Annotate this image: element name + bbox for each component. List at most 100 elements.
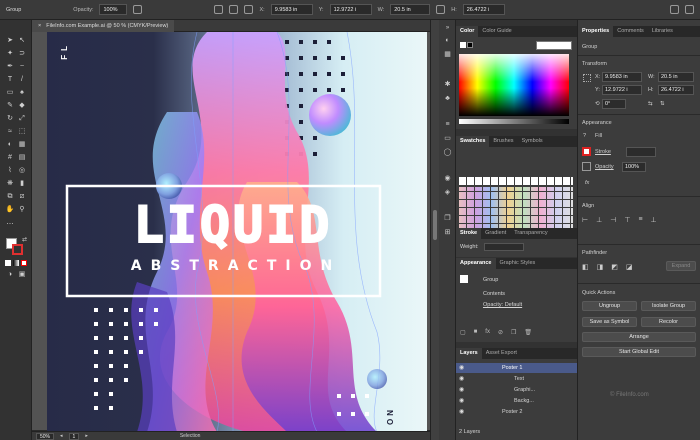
perspective-grid-icon[interactable]: ▦ bbox=[17, 140, 27, 150]
draw-mode-icon[interactable]: ◑ bbox=[5, 270, 15, 280]
width-tool-icon[interactable]: ≈ bbox=[5, 127, 15, 137]
swap-fill-stroke-icon[interactable]: ⇄ bbox=[22, 236, 27, 243]
color-values-box[interactable] bbox=[536, 41, 572, 50]
more-tools-icon[interactable]: ⋯ bbox=[5, 220, 15, 230]
tab-layers[interactable]: Layers bbox=[456, 348, 482, 359]
rotate-icon[interactable]: ⟲ bbox=[595, 101, 600, 107]
stroke-chip[interactable] bbox=[467, 42, 473, 48]
flip-horizontal-icon[interactable]: ⇆ bbox=[648, 101, 653, 107]
tab-color-guide[interactable]: Color Guide bbox=[478, 26, 515, 37]
gradient-panel-icon[interactable]: ▭ bbox=[443, 134, 452, 143]
align-right-icon[interactable]: ⊣ bbox=[610, 216, 616, 224]
flip-vertical-icon[interactable]: ⇅ bbox=[660, 101, 665, 107]
stroke-panel-icon[interactable]: ≡ bbox=[443, 120, 452, 129]
free-transform-icon[interactable]: ⬚ bbox=[17, 127, 27, 137]
appearance-contents-label[interactable]: Contents bbox=[483, 291, 505, 297]
x-field[interactable]: 9.9583 in bbox=[270, 4, 313, 15]
ungroup-button[interactable]: Ungroup bbox=[582, 301, 637, 311]
align-center-icon[interactable]: ⊥ bbox=[596, 216, 602, 224]
fill-chip[interactable] bbox=[460, 42, 466, 48]
none-mode-icon[interactable] bbox=[21, 260, 27, 266]
zoom-field[interactable]: 50% bbox=[36, 432, 55, 440]
visibility-eye-icon[interactable]: ◉ bbox=[459, 397, 464, 404]
close-tab-icon[interactable]: × bbox=[38, 20, 41, 32]
minus-front-icon[interactable]: ◨ bbox=[597, 263, 604, 271]
stroke-weight-field[interactable] bbox=[484, 243, 524, 251]
scale-tool-icon[interactable]: ⤢ bbox=[17, 114, 27, 124]
hand-tool-icon[interactable]: ✋ bbox=[5, 205, 15, 215]
visibility-eye-icon[interactable]: ◉ bbox=[459, 364, 464, 371]
rectangle-tool-icon[interactable]: ▭ bbox=[5, 88, 15, 98]
document-tab[interactable]: × FileInfo.com Example.ai @ 50 % (CMYK/P… bbox=[32, 20, 175, 32]
y-field[interactable]: 12.9722 i bbox=[329, 4, 372, 15]
stroke-swatch[interactable] bbox=[582, 147, 591, 156]
pencil-icon[interactable]: ✎ bbox=[5, 101, 15, 111]
slice-tool-icon[interactable]: ⧄ bbox=[17, 192, 27, 202]
recolor-button[interactable]: Recolor bbox=[641, 317, 696, 327]
artboard[interactable]: LIQUID ABSTRACTION FL NO bbox=[47, 32, 427, 432]
layer-name[interactable]: Poster 2 bbox=[502, 409, 522, 415]
transparency-panel-icon[interactable]: ◯ bbox=[443, 148, 452, 157]
align-left-icon[interactable]: ⊢ bbox=[582, 216, 588, 224]
tab-swatches[interactable]: Swatches bbox=[456, 136, 490, 147]
lasso-icon[interactable]: ⊃ bbox=[17, 49, 27, 59]
stroke-label[interactable]: Stroke bbox=[595, 149, 611, 155]
eyedropper-icon[interactable]: ⌇ bbox=[5, 166, 15, 176]
unite-icon[interactable]: ◧ bbox=[582, 263, 589, 271]
prev-artboard-icon[interactable]: ◂ bbox=[60, 433, 63, 439]
symbols-panel-icon[interactable]: ♣ bbox=[443, 94, 452, 103]
tab-stroke[interactable]: Stroke bbox=[456, 228, 482, 239]
visibility-eye-icon[interactable]: ◉ bbox=[459, 408, 464, 415]
swatch-grid-top[interactable] bbox=[459, 177, 573, 185]
color-panel-icon[interactable]: ◐ bbox=[443, 36, 452, 45]
eraser-icon[interactable]: ◆ bbox=[17, 101, 27, 111]
appearance-panel-icon[interactable]: ◉ bbox=[443, 174, 452, 183]
paintbrush-icon[interactable]: ♠ bbox=[17, 88, 27, 98]
align-top-icon[interactable]: ⊤ bbox=[624, 216, 630, 224]
layer-name[interactable]: Backg... bbox=[514, 398, 534, 404]
tab-comments[interactable]: Comments bbox=[613, 26, 648, 37]
appearance-opacity-row[interactable]: Opacity: Default bbox=[483, 302, 522, 308]
stroke-weight-field[interactable] bbox=[626, 147, 656, 157]
artboard-number-field[interactable]: 1 bbox=[68, 432, 80, 440]
exclude-icon[interactable]: ◪ bbox=[626, 263, 633, 271]
selection-tool-icon[interactable]: ➤ bbox=[5, 36, 15, 46]
tab-libraries[interactable]: Libraries bbox=[648, 26, 677, 37]
tab-asset-export[interactable]: Asset Export bbox=[482, 348, 521, 359]
color-spectrum[interactable] bbox=[459, 54, 569, 116]
opacity-label[interactable]: Opacity bbox=[595, 164, 614, 170]
workspace-icon[interactable] bbox=[685, 5, 694, 14]
reference-point-icon[interactable] bbox=[583, 74, 591, 82]
layer-name[interactable]: Graphi... bbox=[514, 387, 535, 393]
tab-graphic-styles[interactable]: Graphic Styles bbox=[496, 258, 540, 269]
opacity-field[interactable]: 100% bbox=[622, 162, 646, 172]
arrange-button[interactable]: Arrange bbox=[582, 332, 696, 342]
save-as-symbol-button[interactable]: Save as Symbol bbox=[582, 317, 637, 327]
expand-button[interactable]: Expand bbox=[666, 261, 696, 271]
duplicate-item-icon[interactable]: ❐ bbox=[511, 329, 516, 337]
link-icon[interactable] bbox=[436, 5, 446, 14]
isolate-group-button[interactable]: Isolate Group bbox=[641, 301, 696, 311]
x-field[interactable]: 9.9583 in bbox=[602, 72, 642, 82]
rotate-tool-icon[interactable]: ↻ bbox=[5, 114, 15, 124]
h-field[interactable]: 26.4722 i bbox=[462, 4, 505, 15]
start-global-edit-button[interactable]: Start Global Edit bbox=[582, 347, 696, 357]
clear-appearance-icon[interactable]: ⊘ bbox=[498, 329, 503, 337]
next-artboard-icon[interactable]: ▸ bbox=[85, 433, 88, 439]
direct-selection-tool-icon[interactable]: ↖ bbox=[17, 36, 27, 46]
swatch-grid[interactable] bbox=[459, 187, 573, 231]
blend-tool-icon[interactable]: ◎ bbox=[17, 166, 27, 176]
zoom-tool-icon[interactable]: ⚲ bbox=[17, 205, 27, 215]
gradient-mode-icon[interactable] bbox=[13, 260, 19, 266]
transform-icon[interactable] bbox=[229, 5, 239, 14]
delete-item-icon[interactable]: 🗑 bbox=[524, 329, 532, 337]
line-tool-icon[interactable]: / bbox=[17, 75, 27, 85]
help-icon[interactable]: ? bbox=[583, 133, 586, 139]
opacity-field[interactable]: 100% bbox=[99, 4, 128, 15]
pen-tool-icon[interactable]: ✒ bbox=[5, 62, 15, 72]
brushes-panel-icon[interactable]: ✱ bbox=[443, 80, 452, 89]
artboards-panel-icon[interactable]: ⊞ bbox=[443, 228, 452, 237]
add-fill-icon[interactable]: ■ bbox=[474, 329, 478, 337]
visibility-eye-icon[interactable]: ◉ bbox=[459, 386, 464, 393]
symbol-sprayer-icon[interactable]: ❋ bbox=[5, 179, 15, 189]
